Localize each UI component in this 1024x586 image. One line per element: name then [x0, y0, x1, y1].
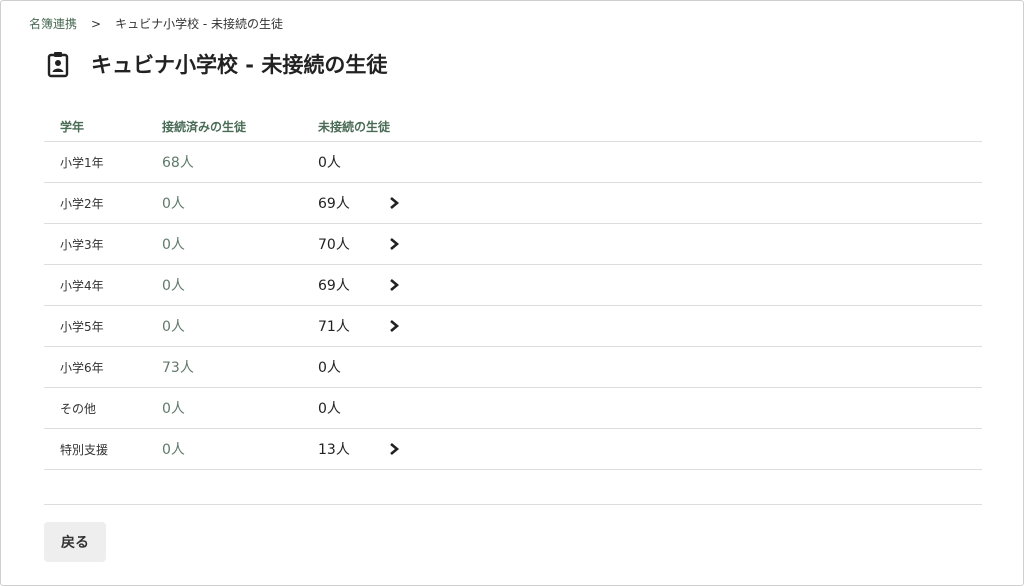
connected-count: 0人 [162, 401, 185, 417]
table-row: 小学1年 68人 0人 [44, 142, 982, 183]
chevron-right-icon[interactable] [388, 278, 400, 292]
grade-cell: 特別支援 [60, 442, 109, 457]
table-row[interactable]: 小学4年 0人 69人 [44, 265, 982, 306]
unconnected-count: 69人 [318, 278, 350, 294]
connected-count: 0人 [162, 237, 185, 253]
unconnected-count: 70人 [318, 237, 350, 253]
grade-cell: 小学3年 [60, 237, 104, 252]
chevron-right-icon[interactable] [388, 237, 400, 251]
table-row[interactable]: 小学2年 0人 69人 [44, 183, 982, 224]
footer-divider [44, 504, 982, 505]
unconnected-count: 13人 [318, 442, 350, 458]
connected-count: 0人 [162, 319, 185, 335]
connected-count: 73人 [162, 360, 194, 376]
grade-table: 学年 接続済みの生徒 未接続の生徒 小学1年 68人 0人 小学2年 0人 69… [44, 111, 982, 470]
chevron-right-icon[interactable] [388, 196, 400, 210]
grade-cell: 小学4年 [60, 278, 104, 293]
table-row[interactable]: 小学5年 0人 71人 [44, 306, 982, 347]
grade-cell: 小学5年 [60, 319, 104, 334]
header-unconnected: 未接続の生徒 [318, 119, 391, 134]
grade-cell: 小学6年 [60, 360, 104, 375]
breadcrumb: 名簿連携 > キュビナ小学校 - 未接続の生徒 [29, 15, 283, 32]
unconnected-count: 0人 [318, 155, 341, 171]
connected-count: 0人 [162, 442, 185, 458]
breadcrumb-root-link[interactable]: 名簿連携 [29, 15, 77, 32]
grade-cell: その他 [60, 401, 97, 416]
unconnected-count: 69人 [318, 196, 350, 212]
connected-count: 0人 [162, 196, 185, 212]
id-badge-icon [47, 52, 69, 78]
unconnected-count: 0人 [318, 360, 341, 376]
header-grade: 学年 [60, 119, 85, 134]
page-frame: 名簿連携 > キュビナ小学校 - 未接続の生徒 キュビナ小学校 - 未接続の生徒… [0, 0, 1024, 586]
table-row: その他 0人 0人 [44, 388, 982, 429]
table-row: 小学6年 73人 0人 [44, 347, 982, 388]
table-row[interactable]: 小学3年 0人 70人 [44, 224, 982, 265]
connected-count: 0人 [162, 278, 185, 294]
table-row[interactable]: 特別支援 0人 13人 [44, 429, 982, 470]
chevron-right-icon[interactable] [388, 442, 400, 456]
chevron-right-icon[interactable] [388, 319, 400, 333]
table-header: 学年 接続済みの生徒 未接続の生徒 [44, 111, 982, 142]
page-title: キュビナ小学校 - 未接続の生徒 [91, 53, 388, 77]
grade-cell: 小学2年 [60, 196, 104, 211]
back-button[interactable]: 戻る [44, 522, 106, 562]
unconnected-count: 0人 [318, 401, 341, 417]
page-header: キュビナ小学校 - 未接続の生徒 [47, 49, 387, 79]
grade-cell: 小学1年 [60, 155, 104, 170]
breadcrumb-current: キュビナ小学校 - 未接続の生徒 [115, 17, 284, 31]
unconnected-count: 71人 [318, 319, 350, 335]
breadcrumb-separator: > [91, 16, 102, 31]
connected-count: 68人 [162, 155, 194, 171]
header-connected: 接続済みの生徒 [162, 119, 247, 134]
